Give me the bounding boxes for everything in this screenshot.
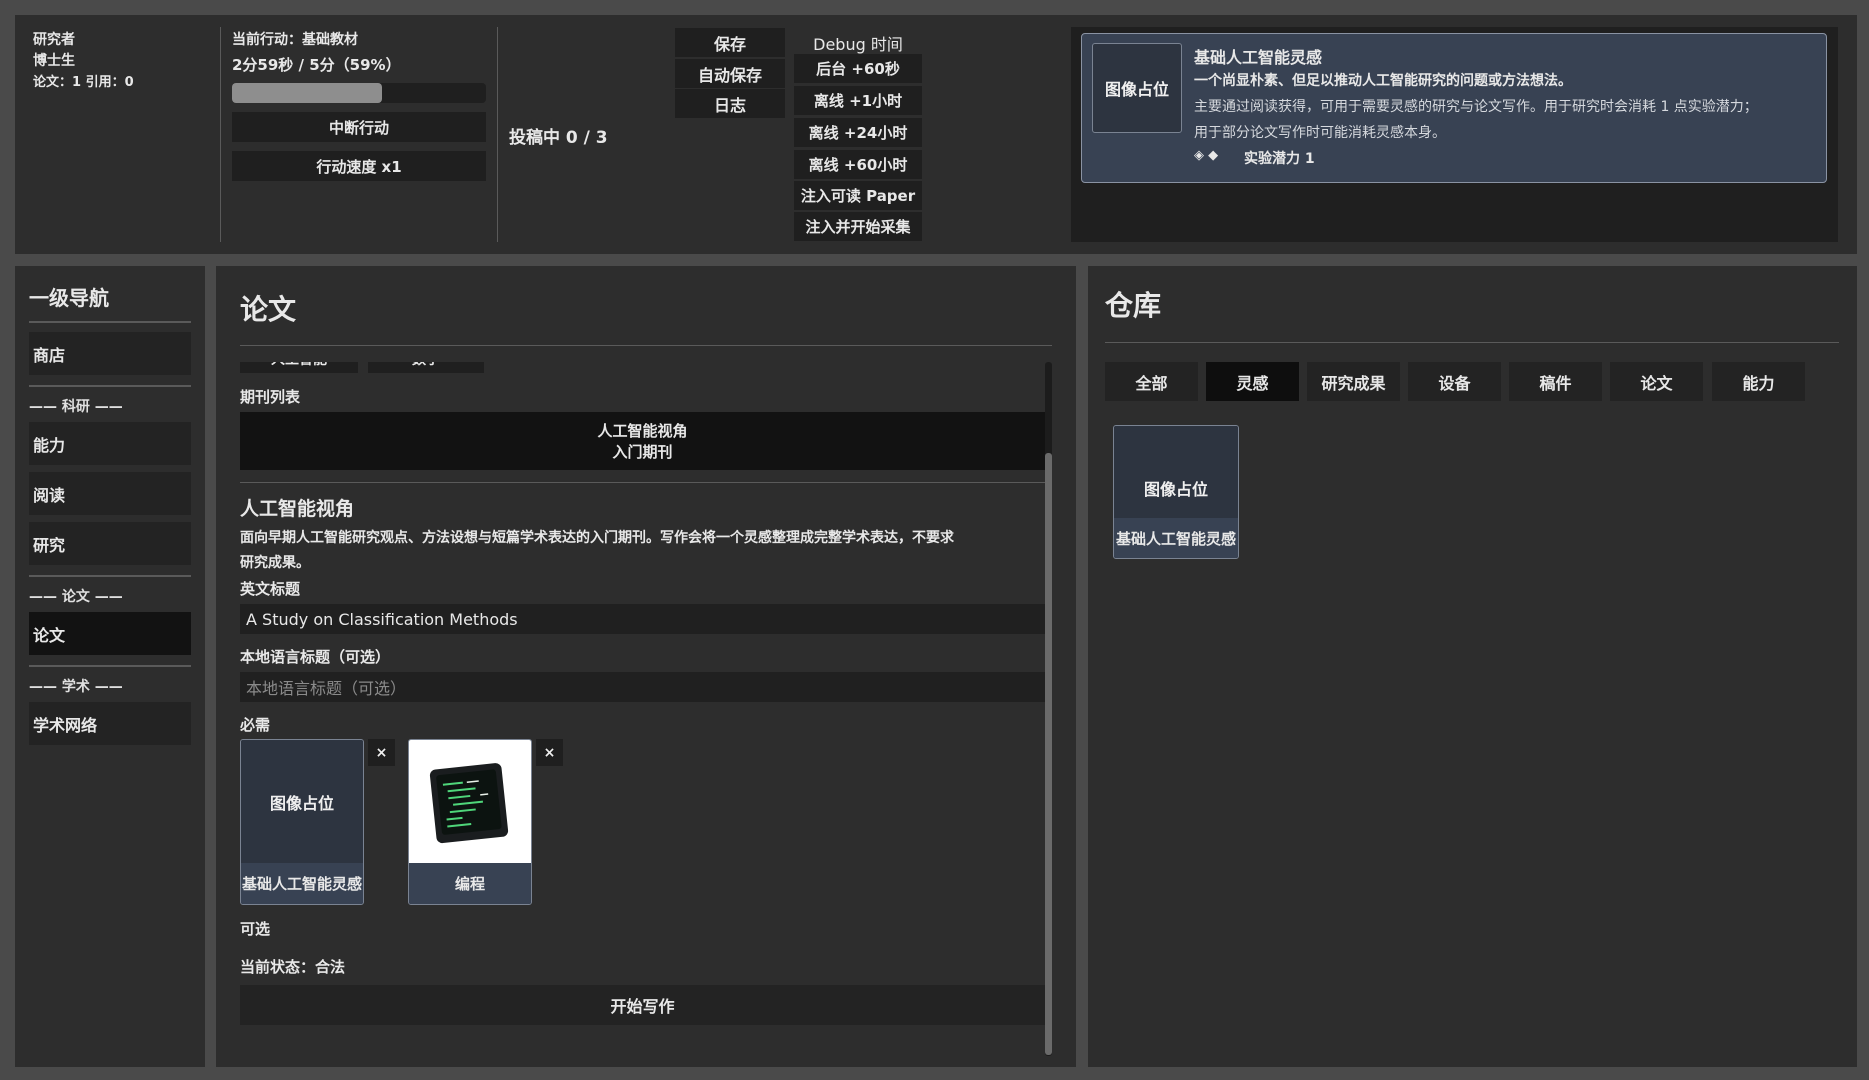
warehouse-title: 仓库	[1105, 289, 1162, 322]
debug-title: Debug 时间	[813, 34, 903, 54]
action-speed-button[interactable]: 行动速度 x1	[232, 151, 486, 181]
attribute-bullet-icon: ◈ ◆	[1194, 148, 1219, 163]
paper-title: 论文	[240, 293, 297, 326]
nav-item-academic-network[interactable]: 学术网络	[29, 702, 191, 745]
divider	[240, 482, 1045, 483]
nav-section-research: —— 科研 ——	[29, 399, 123, 415]
nav-item-reading[interactable]: 阅读	[29, 472, 191, 515]
divider	[29, 575, 191, 577]
action-time: 2分59秒 / 5分（59%）	[232, 56, 401, 74]
paper-scroll-area[interactable]: 人工智能 数学 期刊列表 人工智能视角 入门期刊 人工智能视角 面向早期人工智能…	[216, 362, 1076, 1067]
field-tab-ai[interactable]: 人工智能	[240, 362, 358, 373]
journal-name: 人工智能视角	[240, 498, 355, 520]
current-action: 当前行动：基础教材	[232, 32, 358, 48]
required-label: 必需	[240, 716, 271, 734]
primary-nav: 一级导航 商店 —— 科研 —— 能力 阅读 研究 —— 论文 —— 论文 ——…	[15, 266, 205, 1067]
divider	[29, 385, 191, 387]
paper-panel: 论文 人工智能 数学 期刊列表 人工智能视角 入门期刊 人工智能视角 面向早期人…	[216, 266, 1076, 1067]
nav-item-paper[interactable]: 论文	[29, 612, 191, 655]
tab-research-results[interactable]: 研究成果	[1307, 362, 1400, 401]
tab-manuscripts[interactable]: 稿件	[1509, 362, 1602, 401]
autosave-button[interactable]: 自动保存	[675, 59, 785, 88]
warehouse-item-card[interactable]: 图像占位 基础人工智能灵感	[1113, 425, 1239, 559]
tab-inspiration[interactable]: 灵感	[1206, 362, 1299, 401]
debug-offline-1h-button[interactable]: 离线 +1小时	[794, 86, 922, 115]
remove-item-button[interactable]: ×	[368, 739, 395, 766]
action-progress-fill	[232, 83, 382, 103]
item-name: 编程	[409, 863, 531, 904]
tooltip-title: 基础人工智能灵感	[1194, 48, 1323, 67]
tooltip-desc-line1: 主要通过阅读获得，可用于需要灵感的研究与论文写作。用于研究时会消耗 1 点实验潜…	[1194, 99, 1758, 115]
start-writing-button[interactable]: 开始写作	[240, 985, 1045, 1025]
item-image-placeholder: 图像占位	[241, 740, 363, 863]
tooltip-attribute: 实验潜力 1	[1244, 151, 1315, 167]
divider	[220, 27, 221, 242]
action-progress-bar	[232, 83, 486, 103]
item-image-placeholder: 图像占位	[1092, 43, 1182, 133]
divider	[1105, 342, 1839, 343]
nav-item-ability[interactable]: 能力	[29, 422, 191, 465]
programming-device-icon	[409, 740, 531, 863]
current-status: 当前状态：合法	[240, 958, 346, 976]
tab-equipment[interactable]: 设备	[1408, 362, 1501, 401]
interrupt-action-button[interactable]: 中断行动	[232, 112, 486, 142]
tooltip-subtitle: 一个尚显朴素、但足以推动人工智能研究的问题或方法想法。	[1194, 73, 1572, 89]
local-title-label: 本地语言标题（可选）	[240, 648, 391, 666]
required-item-card[interactable]: 图像占位 基础人工智能灵感	[240, 739, 364, 905]
tab-papers[interactable]: 论文	[1610, 362, 1703, 401]
journal-list-label: 期刊列表	[240, 388, 301, 406]
nav-title: 一级导航	[29, 286, 109, 310]
item-tooltip-panel: 图像占位 基础人工智能灵感 一个尚显朴素、但足以推动人工智能研究的问题或方法想法…	[1071, 27, 1838, 242]
nav-section-paper: —— 论文 ——	[29, 589, 123, 605]
player-role: 研究者	[33, 32, 75, 48]
remove-item-button[interactable]: ×	[536, 739, 563, 766]
scrollbar-thumb[interactable]	[1045, 453, 1052, 1055]
journal-description-line2: 研究成果。	[240, 555, 310, 571]
player-degree: 博士生	[33, 53, 75, 69]
local-title-input[interactable]: 本地语言标题（可选）	[240, 672, 1045, 702]
optional-label: 可选	[240, 920, 271, 938]
item-name: 基础人工智能灵感	[241, 863, 363, 904]
english-title-input[interactable]: A Study on Classification Methods	[240, 604, 1045, 634]
field-tab-math[interactable]: 数学	[368, 362, 484, 373]
english-title-label: 英文标题	[240, 580, 301, 598]
log-button[interactable]: 日志	[675, 89, 785, 118]
journal-description-line1: 面向早期人工智能研究观点、方法设想与短篇学术表达的入门期刊。写作会将一个灵感整理…	[240, 530, 954, 546]
debug-bg-60s-button[interactable]: 后台 +60秒	[794, 54, 922, 83]
divider	[29, 665, 191, 667]
warehouse-panel: 仓库 全部 灵感 研究成果 设备 稿件 论文 能力 图像占位 基础人工智能灵感	[1088, 266, 1857, 1067]
debug-inject-paper-button[interactable]: 注入可读 Paper	[794, 181, 922, 210]
nav-item-research[interactable]: 研究	[29, 522, 191, 565]
save-button[interactable]: 保存	[675, 28, 785, 57]
submission-status: 投稿中 0 / 3	[509, 128, 608, 148]
required-item-card[interactable]: 编程	[408, 739, 532, 905]
divider	[29, 321, 191, 323]
journal-option[interactable]: 人工智能视角 入门期刊	[240, 412, 1045, 470]
divider	[497, 27, 498, 242]
debug-offline-24h-button[interactable]: 离线 +24小时	[794, 118, 922, 147]
journal-option-tier: 入门期刊	[612, 443, 673, 461]
tab-abilities[interactable]: 能力	[1712, 362, 1805, 401]
item-name: 基础人工智能灵感	[1114, 518, 1238, 558]
nav-item-shop[interactable]: 商店	[29, 332, 191, 375]
tab-all[interactable]: 全部	[1105, 362, 1198, 401]
tooltip-desc-line2: 用于部分论文写作时可能消耗灵感本身。	[1194, 125, 1446, 141]
player-stats: 论文：1 引用：0	[33, 75, 134, 90]
item-tooltip-card: 图像占位 基础人工智能灵感 一个尚显朴素、但足以推动人工智能研究的问题或方法想法…	[1081, 33, 1827, 183]
divider	[240, 345, 1052, 346]
debug-offline-60h-button[interactable]: 离线 +60小时	[794, 150, 922, 179]
journal-option-name: 人工智能视角	[597, 422, 688, 440]
nav-section-academic: —— 学术 ——	[29, 679, 123, 695]
debug-inject-collect-button[interactable]: 注入并开始采集	[794, 212, 922, 241]
